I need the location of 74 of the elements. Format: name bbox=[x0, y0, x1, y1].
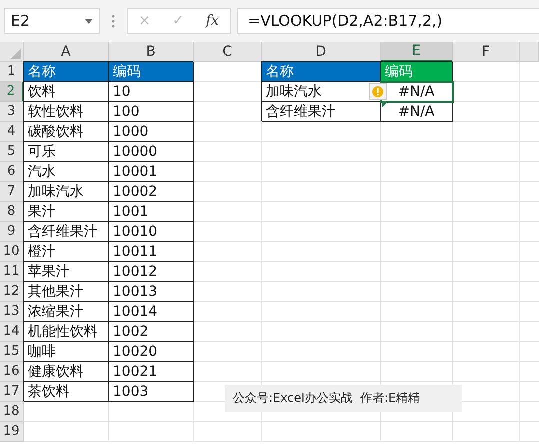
table-cell: 含纤维果汁 bbox=[24, 222, 109, 242]
name-box[interactable]: E2 bbox=[4, 8, 100, 34]
table-cell: 1001 bbox=[109, 202, 194, 222]
table-cell: 10001 bbox=[109, 162, 194, 182]
row-header[interactable]: 8 bbox=[0, 202, 24, 222]
row-header[interactable]: 2 bbox=[0, 82, 24, 102]
table-cell: 健康饮料 bbox=[24, 362, 109, 382]
column-header[interactable]: F bbox=[453, 42, 520, 62]
row-header[interactable]: 15 bbox=[0, 342, 24, 362]
header-cell: 名称 bbox=[262, 62, 381, 82]
table-cell: 含纤维果汁 bbox=[262, 102, 381, 122]
row-header[interactable]: 13 bbox=[0, 302, 24, 322]
table-cell: 橙汁 bbox=[24, 242, 109, 262]
table-cell: 软性饮料 bbox=[24, 102, 109, 122]
row-header[interactable]: 16 bbox=[0, 362, 24, 382]
dropdown-icon[interactable] bbox=[85, 18, 93, 24]
table-cell: 10013 bbox=[109, 282, 194, 302]
select-all-corner[interactable] bbox=[0, 42, 24, 62]
formula-field[interactable]: =VLOOKUP(D2,A2:B17,2,) bbox=[237, 8, 539, 34]
insert-function-button[interactable]: fx bbox=[202, 13, 224, 29]
column-header[interactable]: C bbox=[194, 42, 262, 62]
warning-button[interactable] bbox=[369, 83, 387, 100]
table-cell: 10014 bbox=[109, 302, 194, 322]
row-header[interactable]: 6 bbox=[0, 162, 24, 182]
table-cell: 10002 bbox=[109, 182, 194, 202]
warning-icon bbox=[372, 86, 384, 98]
table-cell: 100 bbox=[109, 102, 194, 122]
row-header[interactable]: 3 bbox=[0, 102, 24, 122]
table-cell: 10010 bbox=[109, 222, 194, 242]
table-cell: 其他果汁 bbox=[24, 282, 109, 302]
row-header[interactable]: 9 bbox=[0, 222, 24, 242]
table-cell: 可乐 bbox=[24, 142, 109, 162]
row-header[interactable]: 4 bbox=[0, 122, 24, 142]
table-cell: 10 bbox=[109, 82, 194, 102]
header-cell: 编码 bbox=[381, 62, 453, 82]
row-header[interactable]: 19 bbox=[0, 422, 24, 442]
column-header[interactable]: A bbox=[24, 42, 109, 62]
column-header[interactable]: D bbox=[262, 42, 381, 62]
table-cell: #N/A bbox=[381, 102, 453, 122]
column-header[interactable] bbox=[520, 42, 539, 62]
row-header[interactable]: 11 bbox=[0, 262, 24, 282]
row-header[interactable]: 10 bbox=[0, 242, 24, 262]
text-box: 公众号:Excel办公实战 作者:E精精 bbox=[225, 385, 462, 412]
column-header[interactable]: E bbox=[381, 42, 453, 62]
table-cell: 加味汽水 bbox=[24, 182, 109, 202]
table-cell: 10011 bbox=[109, 242, 194, 262]
table-cell: 1003 bbox=[109, 382, 194, 402]
row-header[interactable]: 18 bbox=[0, 402, 24, 422]
table-cell: 果汁 bbox=[24, 202, 109, 222]
header-cell: 名称 bbox=[24, 62, 109, 82]
row-header[interactable]: 17 bbox=[0, 382, 24, 402]
header-cell: 编码 bbox=[109, 62, 194, 82]
row-header[interactable]: 5 bbox=[0, 142, 24, 162]
table-cell: 10021 bbox=[109, 362, 194, 382]
table-cell: 浓缩果汁 bbox=[24, 302, 109, 322]
table-cell: 汽水 bbox=[24, 162, 109, 182]
row-header[interactable]: 12 bbox=[0, 282, 24, 302]
table-cell: 机能性饮料 bbox=[24, 322, 109, 342]
table-cell: 10012 bbox=[109, 262, 194, 282]
table-cell: 1002 bbox=[109, 322, 194, 342]
table-cell: 饮料 bbox=[24, 82, 109, 102]
grip-icon bbox=[112, 14, 115, 28]
table-cell: 10020 bbox=[109, 342, 194, 362]
row-header[interactable]: 1 bbox=[0, 62, 24, 82]
table-cell: 10000 bbox=[109, 142, 194, 162]
row-header[interactable]: 7 bbox=[0, 182, 24, 202]
table-cell: 咖啡 bbox=[24, 342, 109, 362]
table-cell: 茶饮料 bbox=[24, 382, 109, 402]
table-cell: 碳酸饮料 bbox=[24, 122, 109, 142]
table-cell: 1000 bbox=[109, 122, 194, 142]
corner-triangle-icon bbox=[11, 49, 21, 59]
row-header[interactable]: 14 bbox=[0, 322, 24, 342]
column-header[interactable]: B bbox=[109, 42, 194, 62]
table-cell: 苹果汁 bbox=[24, 262, 109, 282]
